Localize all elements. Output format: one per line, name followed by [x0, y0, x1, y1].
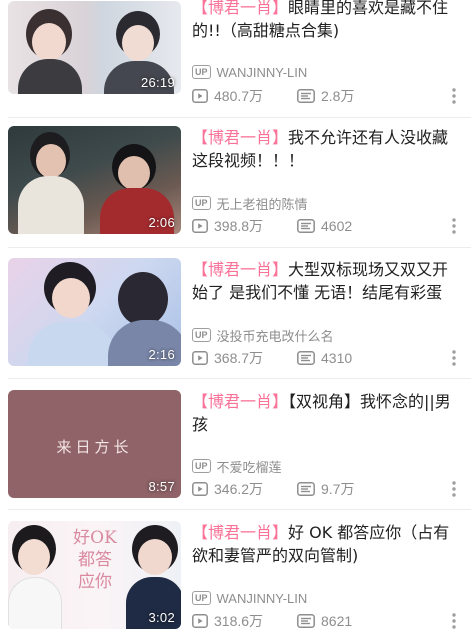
thumbnail-caption: 来日方长: [56, 438, 133, 456]
thumbnail-caption: 好OK都答应你: [73, 528, 117, 592]
danmaku-count-text: 4310: [321, 350, 353, 366]
more-menu-icon[interactable]: [451, 87, 457, 105]
title-tag: 【博君一肖】: [192, 128, 289, 147]
video-card[interactable]: 好OK都答应你 3:02 【博君一肖】好 OK 都答应你（占有欲和妻管严的双向管…: [0, 511, 471, 641]
view-count: 368.7万: [192, 348, 297, 368]
video-thumbnail[interactable]: 2:16: [8, 258, 181, 366]
view-count-text: 398.8万: [214, 218, 264, 234]
view-count-text: 318.6万: [214, 613, 264, 629]
divider: [8, 378, 471, 379]
view-count-text: 480.7万: [214, 88, 264, 104]
danmaku-count: 4310: [297, 350, 352, 366]
more-menu-icon[interactable]: [451, 612, 457, 630]
danmaku-count: 2.8万: [297, 86, 354, 106]
danmaku-icon: [297, 89, 315, 103]
video-title[interactable]: 【博君一肖】大型双标现场又双又开始了 是我们不懂 无语！结尾有彩蛋: [192, 258, 455, 304]
uploader-name: WANJINNY-LIN: [216, 590, 308, 606]
video-title[interactable]: 【博君一肖】我不允许还有人没收藏这段视频！！！: [192, 126, 455, 172]
video-thumbnail[interactable]: 来日方长 8:57: [8, 390, 181, 498]
danmaku-count: 4602: [297, 218, 352, 234]
danmaku-count: 8621: [297, 613, 352, 629]
play-count-icon: [192, 351, 208, 365]
more-menu-icon[interactable]: [451, 480, 457, 498]
video-title[interactable]: 【博君一肖】好 OK 都答应你（占有欲和妻管严的双向管制): [192, 521, 455, 567]
video-duration: 26:19: [140, 75, 175, 90]
uploader-row[interactable]: UP 无上老祖的陈情: [192, 194, 308, 212]
video-thumbnail[interactable]: 2:06: [8, 126, 181, 234]
up-badge: UP: [192, 459, 211, 473]
more-menu-icon[interactable]: [451, 349, 457, 367]
play-count-icon: [192, 614, 208, 628]
uploader-name: WANJINNY-LIN: [216, 64, 308, 80]
stats-row: 368.7万 4310: [192, 348, 463, 368]
uploader-row[interactable]: UP 没投币充电改什么名: [192, 326, 334, 344]
view-count-text: 368.7万: [214, 350, 264, 366]
up-badge: UP: [192, 591, 211, 605]
video-duration: 2:06: [148, 215, 175, 230]
video-thumbnail[interactable]: 好OK都答应你 3:02: [8, 521, 181, 629]
up-badge: UP: [192, 328, 211, 342]
play-count-icon: [192, 482, 208, 496]
more-menu-icon[interactable]: [451, 217, 457, 235]
video-duration: 8:57: [148, 479, 175, 494]
uploader-name: 没投币充电改什么名: [216, 328, 334, 344]
title-tag: 【博君一肖】: [192, 260, 289, 279]
video-title[interactable]: 【博君一肖】【双视角】我怀念的||男孩: [192, 390, 455, 436]
uploader-name: 无上老祖的陈情: [216, 196, 308, 212]
uploader-row[interactable]: UP 不爱吃榴莲: [192, 457, 282, 475]
stats-row: 398.8万 4602: [192, 216, 463, 236]
stats-row: 480.7万 2.8万: [192, 86, 463, 106]
danmaku-count: 9.7万: [297, 479, 354, 499]
up-badge: UP: [192, 65, 211, 79]
danmaku-count-text: 4602: [321, 218, 353, 234]
title-tag: 【博君一肖】: [192, 392, 289, 411]
stats-row: 318.6万 8621: [192, 611, 463, 631]
video-card[interactable]: 26:19 【博君一肖】眼睛里的喜欢是藏不住的!!（高甜糖点合集) UP WAN…: [0, 0, 471, 118]
play-count-icon: [192, 89, 208, 103]
video-duration: 3:02: [148, 610, 175, 625]
play-count-icon: [192, 219, 208, 233]
uploader-name: 不爱吃榴莲: [216, 459, 282, 475]
title-tag: 【博君一肖】: [192, 0, 289, 17]
danmaku-icon: [297, 351, 315, 365]
uploader-row[interactable]: UP WANJINNY-LIN: [192, 63, 307, 81]
danmaku-icon: [297, 482, 315, 496]
uploader-row[interactable]: UP WANJINNY-LIN: [192, 589, 307, 607]
view-count: 346.2万: [192, 479, 297, 499]
view-count: 480.7万: [192, 86, 297, 106]
view-count: 318.6万: [192, 611, 297, 631]
danmaku-count-text: 9.7万: [321, 481, 355, 497]
danmaku-count-text: 2.8万: [321, 88, 355, 104]
video-title[interactable]: 【博君一肖】眼睛里的喜欢是藏不住的!!（高甜糖点合集): [192, 0, 455, 42]
danmaku-icon: [297, 614, 315, 628]
view-count: 398.8万: [192, 216, 297, 236]
video-card[interactable]: 来日方长 8:57 【博君一肖】【双视角】我怀念的||男孩 UP 不爱吃榴莲 3…: [0, 380, 471, 510]
view-count-text: 346.2万: [214, 481, 264, 497]
up-badge: UP: [192, 196, 211, 210]
divider: [8, 509, 471, 510]
video-card[interactable]: 2:06 【博君一肖】我不允许还有人没收藏这段视频！！！ UP 无上老祖的陈情 …: [0, 118, 471, 248]
video-card[interactable]: 2:16 【博君一肖】大型双标现场又双又开始了 是我们不懂 无语！结尾有彩蛋 U…: [0, 249, 471, 379]
divider: [8, 247, 471, 248]
stats-row: 346.2万 9.7万: [192, 479, 463, 499]
danmaku-icon: [297, 219, 315, 233]
video-duration: 2:16: [148, 347, 175, 362]
title-tag: 【博君一肖】: [192, 523, 289, 542]
danmaku-count-text: 8621: [321, 613, 353, 629]
video-thumbnail[interactable]: 26:19: [8, 1, 181, 94]
